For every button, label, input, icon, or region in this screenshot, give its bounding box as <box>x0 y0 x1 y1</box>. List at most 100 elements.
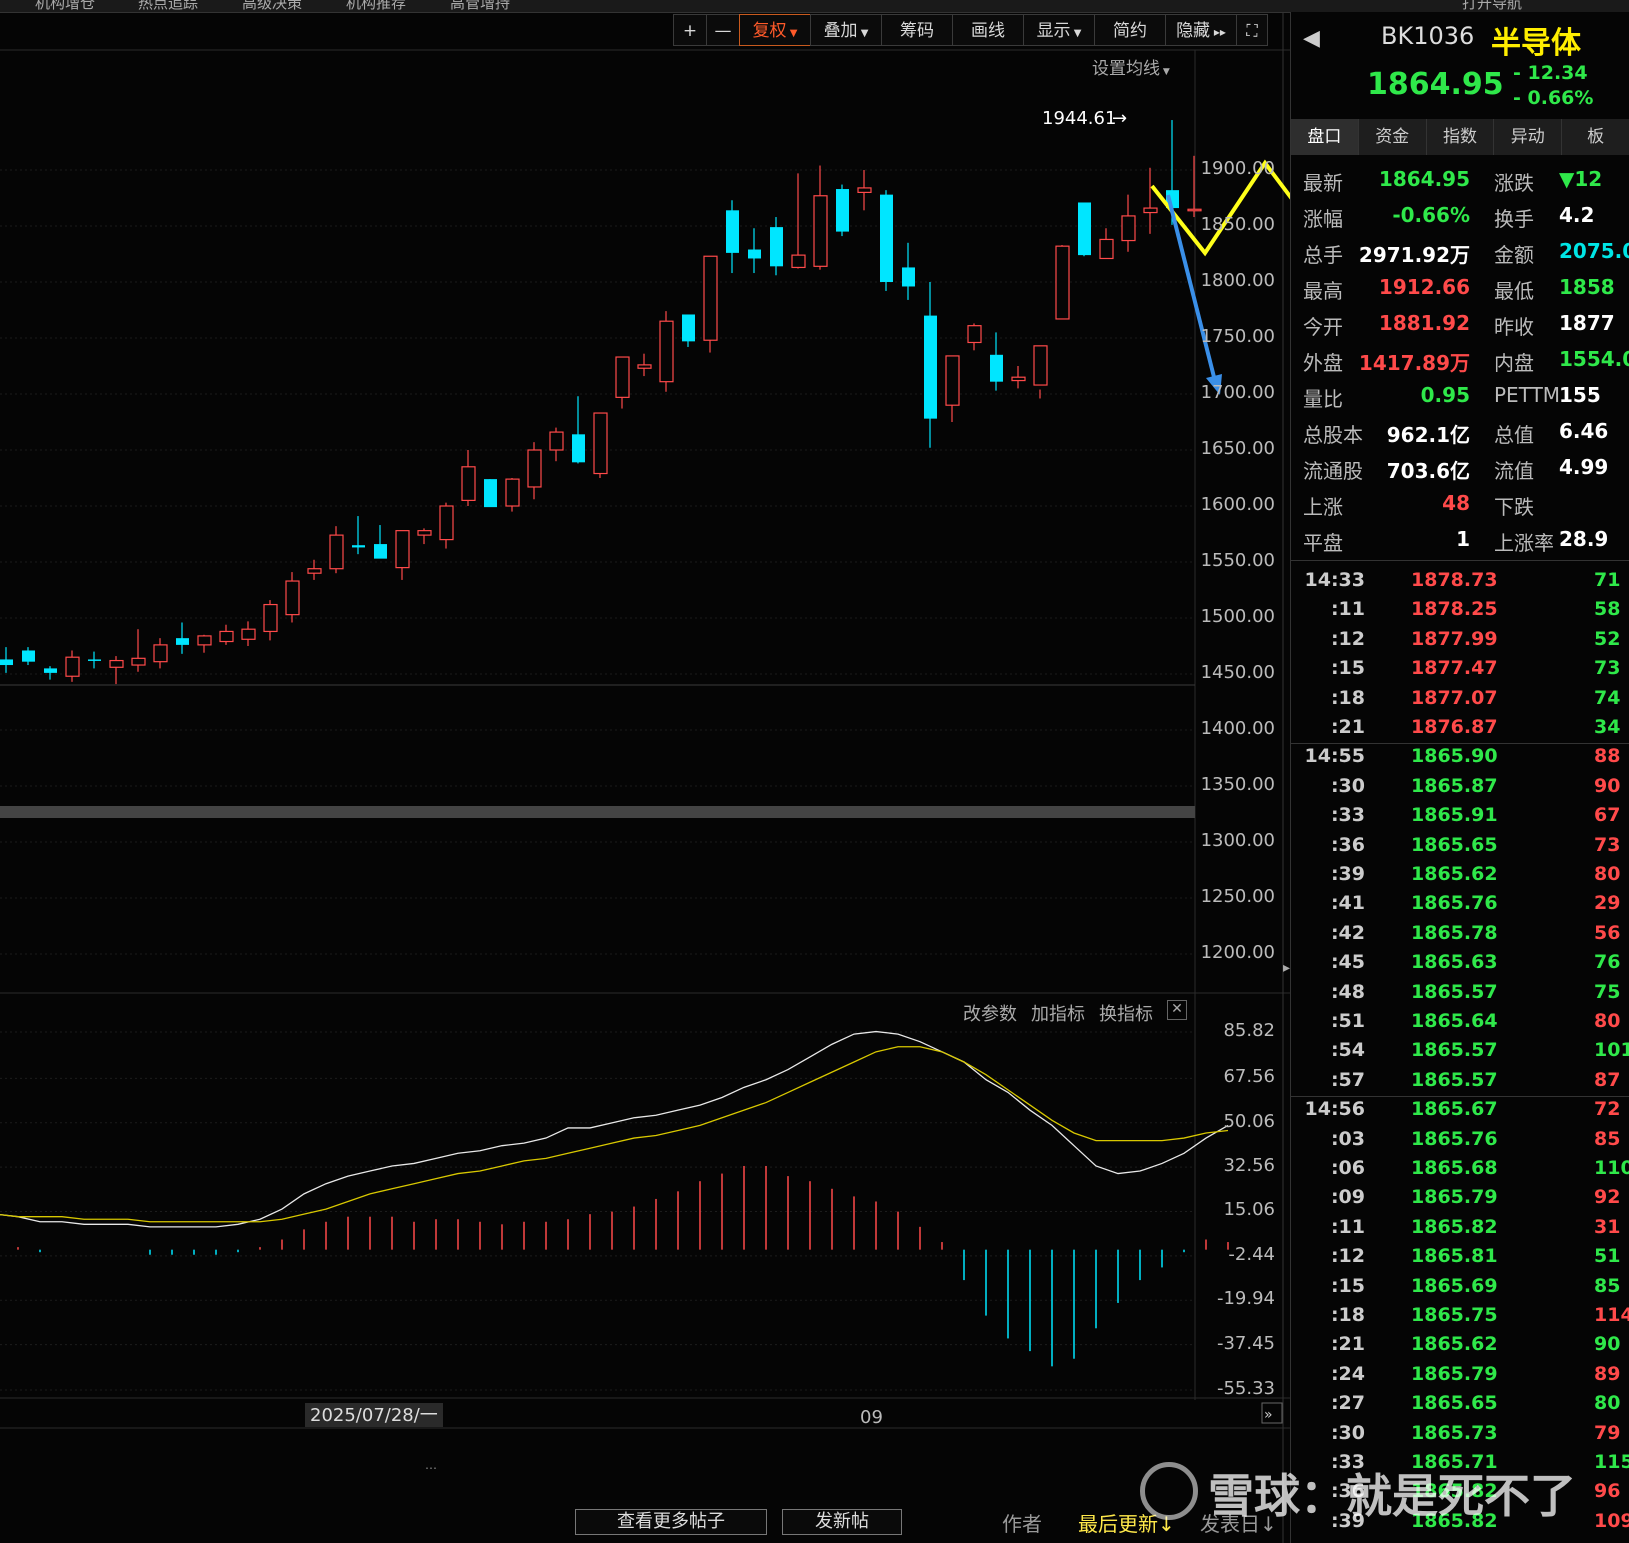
tab-capital[interactable]: 资金 <box>1359 119 1427 155</box>
tick-time: :33 <box>1330 804 1365 827</box>
candle-body <box>153 644 168 663</box>
quote-row: 最高 1912.66 最低 1858 <box>1291 275 1629 311</box>
tick-row: :21 1876.87 34 <box>1291 716 1629 745</box>
close-icon[interactable]: ✕ <box>1167 1000 1187 1020</box>
candle-body <box>417 530 432 536</box>
candle-body <box>484 479 497 508</box>
tick-price: 1865.65 <box>1411 833 1498 856</box>
price-axis-label: 1450.00 <box>1200 662 1275 683</box>
tab-index[interactable]: 指数 <box>1427 119 1495 155</box>
indicator-controls: 改参数 加指标 换指标 ✕ <box>963 1000 1187 1026</box>
candle-body <box>637 364 652 369</box>
price-axis-label: 1750.00 <box>1200 326 1275 347</box>
macd-axis-label: 85.82 <box>1223 1020 1275 1041</box>
tick-price: 1865.76 <box>1411 892 1498 915</box>
tick-time: :51 <box>1330 1010 1365 1032</box>
tick-row: :18 1865.75 114 <box>1291 1304 1629 1333</box>
tick-time: :36 <box>1330 833 1365 856</box>
quote-label: 涨幅 <box>1303 207 1343 231</box>
price-axis-label: 1550.00 <box>1200 550 1275 571</box>
tick-time: :21 <box>1330 716 1365 738</box>
candle-body <box>748 249 761 259</box>
quote-label: 涨跌 <box>1494 171 1534 195</box>
tab-order-book[interactable]: 盘口 <box>1291 119 1359 155</box>
quote-value: 0.95 <box>1420 383 1470 407</box>
tick-row: :30 1865.87 90 <box>1291 775 1629 804</box>
candle-body <box>682 314 695 342</box>
quote-label: 上涨 <box>1303 495 1343 519</box>
quote-value: 4.99 <box>1559 455 1609 479</box>
tick-time: :15 <box>1330 657 1365 680</box>
tick-volume: 34 <box>1594 716 1621 738</box>
candle-body <box>572 434 585 463</box>
tick-row: :42 1865.78 56 <box>1291 922 1629 951</box>
tick-price: 1865.64 <box>1411 1010 1498 1032</box>
panel-splitter[interactable] <box>0 806 1195 818</box>
candle-body <box>88 659 101 661</box>
candle-body <box>329 534 344 570</box>
quote-row: 流通股 703.6亿 流值 4.99 <box>1291 455 1629 491</box>
tick-row: :15 1877.47 73 <box>1291 657 1629 686</box>
tab-board[interactable]: 板 <box>1562 119 1629 155</box>
quote-value: 1912.66 <box>1378 275 1470 299</box>
tick-time: :11 <box>1330 1215 1365 1238</box>
tick-row: :36 1865.65 73 <box>1291 834 1629 863</box>
tick-volume: 115 <box>1594 1451 1629 1473</box>
candle-body <box>945 355 960 406</box>
quote-value: ▼12 <box>1559 167 1603 191</box>
quote-label: 昨收 <box>1494 315 1534 339</box>
kline-chart[interactable]: 1944.61 → 2025/07/28/一 09 » ⋯ <box>0 0 1290 1543</box>
tick-time: :39 <box>1330 863 1365 885</box>
quote-label: 最低 <box>1494 279 1534 303</box>
drag-handle-icon[interactable]: ⋯ <box>425 1461 437 1475</box>
tick-volume: 80 <box>1594 1010 1621 1032</box>
quote-row: 上涨 48 下跌 <box>1291 491 1629 527</box>
tick-time: :42 <box>1330 921 1365 944</box>
tick-price: 1865.57 <box>1411 1068 1498 1091</box>
candle-body <box>1121 215 1136 242</box>
tick-price: 1865.63 <box>1411 951 1498 974</box>
author-column-header[interactable]: 作者 <box>1002 1508 1042 1537</box>
tick-time: :12 <box>1330 627 1365 650</box>
quote-value: 1864.95 <box>1378 167 1470 191</box>
price-axis-label: 1350.00 <box>1200 774 1275 795</box>
macd-axis-label: 67.56 <box>1223 1066 1275 1088</box>
tick-volume: 29 <box>1594 892 1621 915</box>
candle-body <box>241 628 256 640</box>
candle-body <box>857 187 872 193</box>
candle-body <box>374 544 387 559</box>
tick-time: :27 <box>1330 1392 1365 1415</box>
tick-time: :30 <box>1330 1421 1365 1444</box>
quote-label: 总股本 <box>1303 423 1363 447</box>
tick-time: :09 <box>1330 1186 1365 1209</box>
switch-indicator-button[interactable]: 换指标 <box>1099 1000 1153 1026</box>
view-more-posts-button[interactable]: 查看更多帖子 <box>575 1509 767 1535</box>
tick-volume: 110 <box>1594 1157 1629 1179</box>
tick-price: 1865.79 <box>1411 1186 1498 1209</box>
price-axis-label: 1400.00 <box>1200 718 1275 739</box>
tick-row: :21 1865.62 90 <box>1291 1333 1629 1362</box>
back-arrow-icon[interactable]: ◀ <box>1303 26 1320 51</box>
macd-axis-label: -19.94 <box>1216 1288 1275 1310</box>
candle-body <box>109 659 124 668</box>
quote-panel: ◀ BK1036 半导体 1864.95 - 12.34 - 0.66% 盘口 … <box>1290 12 1629 1543</box>
panel-tabs: 盘口 资金 指数 异动 板 <box>1291 119 1629 155</box>
high-marker-label: 1944.61 <box>1042 108 1116 129</box>
tick-price: 1865.57 <box>1411 980 1498 1003</box>
tick-volume: 51 <box>1594 1245 1621 1268</box>
candle-body <box>1011 376 1026 382</box>
quote-label: 总值 <box>1494 423 1534 447</box>
edit-params-button[interactable]: 改参数 <box>963 1000 1017 1026</box>
new-post-button[interactable]: 发新帖 <box>782 1509 902 1535</box>
candle-body <box>461 466 476 501</box>
tick-volume: 80 <box>1594 1392 1621 1415</box>
tick-volume: 85 <box>1594 1127 1621 1150</box>
quote-label: 最高 <box>1303 279 1343 303</box>
tab-movement[interactable]: 异动 <box>1494 119 1563 155</box>
quote-row: 外盘 1417.89万 内盘 1554.0 <box>1291 347 1629 383</box>
quote-value: 1858 <box>1559 275 1615 299</box>
tick-row: :12 1877.99 52 <box>1291 628 1629 657</box>
quote-value: 962.1亿 <box>1386 423 1470 447</box>
add-indicator-button[interactable]: 加指标 <box>1031 1000 1085 1026</box>
tick-time: :57 <box>1330 1068 1365 1091</box>
